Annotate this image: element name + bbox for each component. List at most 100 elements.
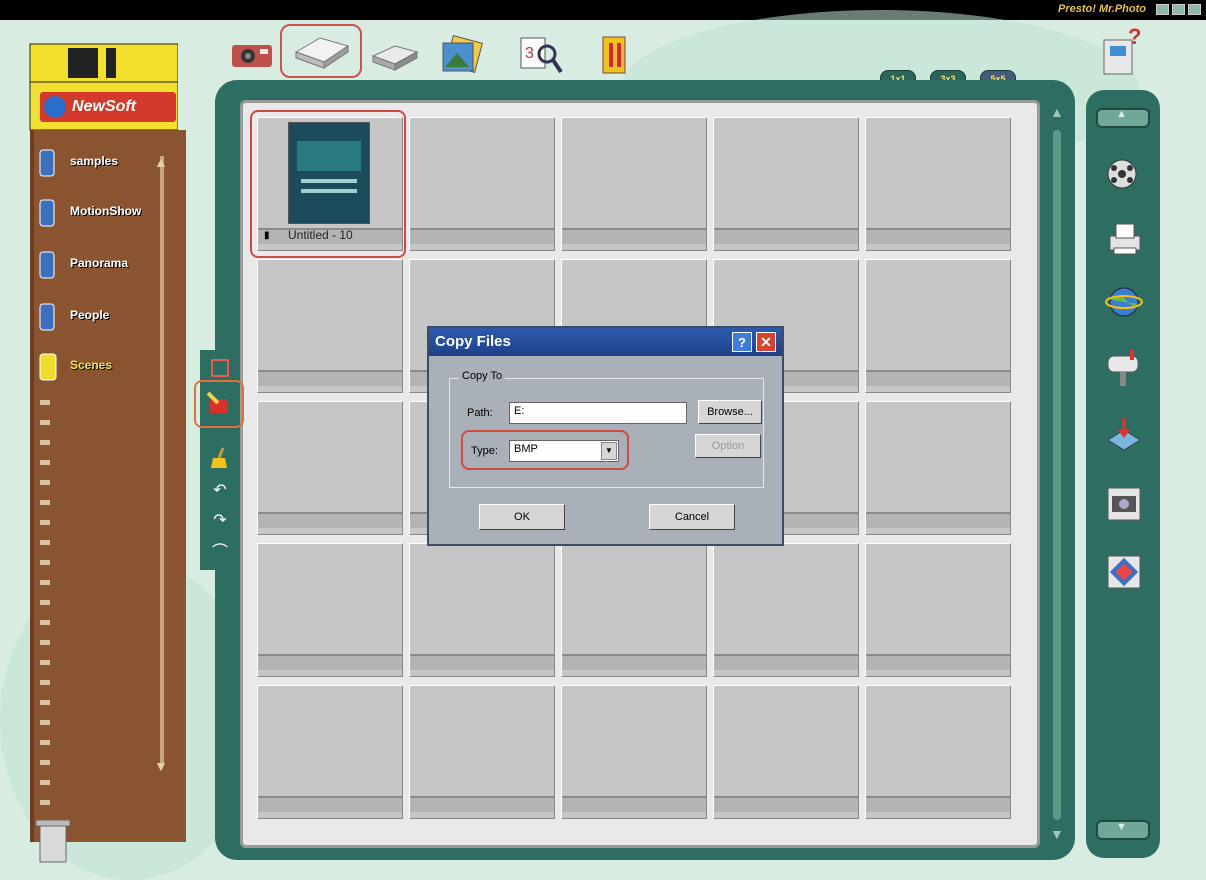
frame-icon <box>211 359 229 377</box>
scanner-tool[interactable] <box>280 24 362 78</box>
rotate-left-icon: ↶ <box>213 482 227 499</box>
copy-to-label: Copy To <box>459 370 506 382</box>
close-dialog-button[interactable]: ✕ <box>756 332 776 352</box>
album-item-panorama[interactable]: Panorama <box>36 250 166 284</box>
thumb-cell[interactable] <box>561 685 707 819</box>
type-highlight <box>461 430 629 470</box>
close-window-button[interactable] <box>1188 4 1201 15</box>
film-roll-open-icon <box>39 353 57 381</box>
thumb-cell[interactable] <box>713 685 859 819</box>
film-roll-icon <box>39 251 55 279</box>
mail-tool[interactable] <box>1100 346 1148 390</box>
trash-help-icon: ? <box>1103 26 1141 75</box>
globe-icon <box>1105 287 1143 317</box>
maximize-button[interactable] <box>1172 4 1185 15</box>
ok-button[interactable]: OK <box>479 504 565 530</box>
path-label: Path: <box>467 407 493 419</box>
thumb-cell[interactable] <box>865 685 1011 819</box>
thumb-cell[interactable] <box>865 117 1011 251</box>
film-roll-icon <box>39 199 55 227</box>
clean-tool[interactable] <box>208 446 232 470</box>
thumb-cell[interactable] <box>257 401 403 535</box>
mailbox-icon <box>1107 350 1139 386</box>
browse-button[interactable]: Browse... <box>698 400 762 424</box>
album-item-samples[interactable]: samples <box>36 148 166 182</box>
photos-icon <box>442 35 483 73</box>
option-button[interactable]: Option <box>695 434 761 458</box>
rotate-right-icon: ↷ <box>213 512 227 529</box>
copy-files-tool[interactable] <box>206 390 230 414</box>
path-input[interactable]: E: <box>509 402 687 424</box>
grid-scroll-down-icon[interactable]: ▼ <box>1050 826 1064 842</box>
thumb-cell[interactable] <box>865 259 1011 393</box>
thumb-cell[interactable] <box>409 117 555 251</box>
thumb-cell[interactable] <box>561 117 707 251</box>
camera-icon <box>232 45 272 67</box>
album-label: samples <box>70 154 119 168</box>
select-frame-tool[interactable] <box>208 356 232 380</box>
chevron-up-icon: ▲ <box>1116 108 1127 120</box>
broom-icon <box>211 447 227 468</box>
thumb-cell[interactable] <box>713 117 859 251</box>
thumb-cell[interactable] <box>257 685 403 819</box>
trash-icon <box>35 819 71 863</box>
right-scroll-up[interactable]: ▲ <box>1096 108 1150 128</box>
rotate-left-tool[interactable]: ↶ <box>208 478 232 502</box>
thumb-cell[interactable] <box>865 543 1011 677</box>
thumb-cell[interactable] <box>561 543 707 677</box>
book-icon <box>602 36 626 74</box>
help-tool[interactable]: ? <box>1090 24 1150 80</box>
camera-acquire-tool[interactable] <box>222 30 282 80</box>
thumb-cell[interactable] <box>409 543 555 677</box>
album-item-scenes[interactable]: Scenes <box>36 352 166 386</box>
export-image-icon <box>1107 418 1141 451</box>
photo-art-icon <box>1107 555 1141 589</box>
right-scroll-down[interactable]: ▼ <box>1096 820 1150 840</box>
copy-files-dialog: Copy Files ? ✕ Copy To Path: E: Browse..… <box>427 326 784 546</box>
album-item-people[interactable]: People <box>36 302 166 336</box>
drive-tool[interactable] <box>365 30 425 80</box>
cancel-button[interactable]: Cancel <box>649 504 735 530</box>
web-tool[interactable] <box>1100 280 1148 324</box>
snapshot-tool[interactable] <box>1100 482 1148 526</box>
motion-show-tool[interactable] <box>1100 150 1148 194</box>
title-bar: Presto! Mr.Photo <box>0 0 1206 20</box>
recycle-bin[interactable] <box>34 816 74 869</box>
export-tool[interactable] <box>1100 412 1148 456</box>
grid-scrollbar[interactable]: ▲ ▼ <box>1044 100 1070 848</box>
find-tool[interactable]: 3 <box>510 30 570 80</box>
selected-thumb-highlight <box>250 110 406 258</box>
album-scrollbar[interactable] <box>160 156 164 766</box>
album-item-motionshow[interactable]: MotionShow <box>36 198 166 232</box>
album-label: People <box>70 308 110 322</box>
help-button[interactable]: ? <box>732 332 752 352</box>
print-tool[interactable] <box>1100 216 1148 260</box>
album-scroll-down-icon[interactable]: ▼ <box>154 758 168 774</box>
dialog-title-bar[interactable]: Copy Files ? ✕ <box>429 328 782 356</box>
magnifier-icon: 3 <box>520 37 563 74</box>
grid-scroll-up-icon[interactable]: ▲ <box>1050 104 1064 120</box>
svg-text:3: 3 <box>525 45 534 62</box>
flip-tool[interactable]: ⌒ <box>208 538 232 562</box>
album-label: Scenes <box>70 358 113 372</box>
rotate-right-tool[interactable]: ↷ <box>208 508 232 532</box>
minimize-button[interactable] <box>1156 4 1169 15</box>
import-photos-tool[interactable] <box>432 30 492 80</box>
film-roll-icon <box>39 149 55 177</box>
right-tool-panel <box>1086 90 1160 858</box>
album-label: Panorama <box>70 256 129 270</box>
photo-effect-tool[interactable] <box>1100 550 1148 594</box>
thumb-cell[interactable] <box>257 543 403 677</box>
newsoft-logo-icon <box>44 96 66 118</box>
film-reel-icon <box>1107 159 1137 189</box>
info-tool[interactable] <box>585 30 645 80</box>
chevron-down-icon: ▼ <box>1116 821 1127 833</box>
thumb-cell[interactable] <box>257 259 403 393</box>
thumb-cell[interactable] <box>713 543 859 677</box>
printer-icon <box>1109 223 1141 255</box>
thumb-cell[interactable] <box>865 401 1011 535</box>
drive-icon <box>371 45 419 71</box>
thumb-cell[interactable] <box>409 685 555 819</box>
svg-text:?: ? <box>1128 26 1141 49</box>
flip-icon: ⌒ <box>211 544 228 561</box>
